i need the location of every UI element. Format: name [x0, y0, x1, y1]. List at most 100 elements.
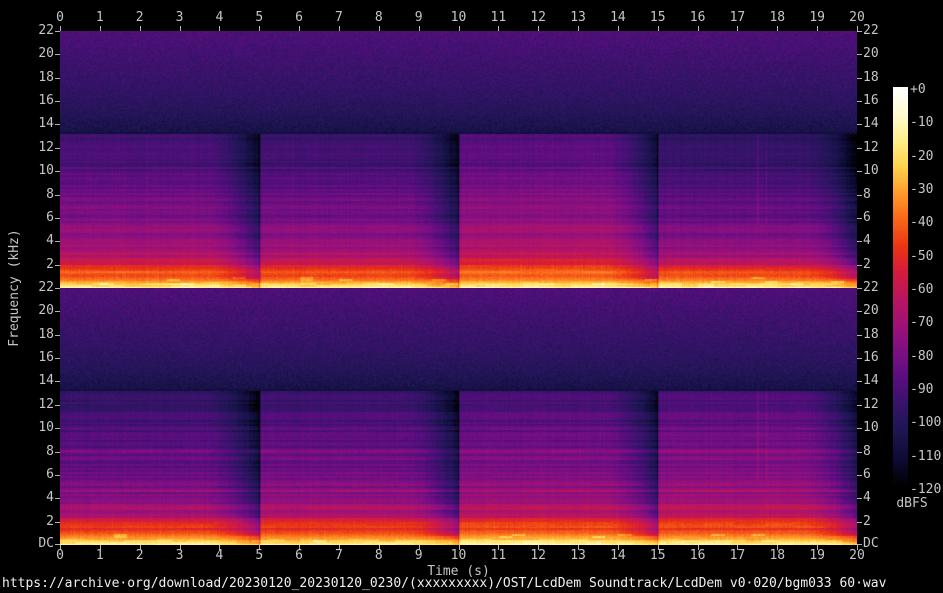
- freq-tick-label-right: 16: [863, 351, 905, 365]
- time-tick-label-top: 3: [160, 11, 200, 25]
- freq-tick-left: [55, 265, 60, 266]
- time-tick-label-bottom: 15: [638, 549, 678, 563]
- colorbar-tick-label: -110: [910, 450, 943, 464]
- freq-tick-label-left: 16: [12, 94, 54, 108]
- time-tick-label-top: 13: [558, 11, 598, 25]
- freq-tick-left: [55, 405, 60, 406]
- freq-tick-right: [857, 452, 862, 453]
- time-tick-top: [538, 26, 539, 31]
- freq-tick-label-left: 10: [12, 164, 54, 178]
- freq-tick-left: [55, 241, 60, 242]
- freq-tick-right: [857, 54, 862, 55]
- freq-tick-right: [857, 218, 862, 219]
- freq-tick-label-right: 14: [863, 374, 905, 388]
- colorbar-tick-label: -40: [910, 216, 943, 230]
- freq-tick-left: [55, 195, 60, 196]
- freq-tick-label-left: 8: [12, 188, 54, 202]
- freq-dc-label-right: DC: [863, 537, 905, 551]
- freq-tick-label-left: 8: [12, 445, 54, 459]
- spectrogram-screenshot: Frequency (kHz) Time (s) dBFS https://ar…: [0, 0, 943, 593]
- freq-dc-label-left: DC: [12, 537, 54, 551]
- colorbar-tick-label: -70: [910, 316, 943, 330]
- freq-tick-label-left: 16: [12, 351, 54, 365]
- freq-tick-right: [857, 311, 862, 312]
- time-tick-label-bottom: 16: [678, 549, 718, 563]
- freq-tick-label-right: 8: [863, 188, 905, 202]
- colorbar-tick-label: -100: [910, 416, 943, 430]
- freq-tick-right: [857, 124, 862, 125]
- time-tick-top: [219, 26, 220, 31]
- freq-tick-right: [857, 522, 862, 523]
- freq-tick-label-left: 2: [12, 258, 54, 272]
- time-tick-top: [379, 26, 380, 31]
- freq-tick-label-left: 18: [12, 328, 54, 342]
- time-tick-top: [339, 26, 340, 31]
- colorbar-tick-label: +0: [910, 83, 943, 97]
- freq-tick-label-left: 4: [12, 491, 54, 505]
- freq-tick-label-left: 10: [12, 421, 54, 435]
- time-tick-label-bottom: 9: [399, 549, 439, 563]
- freq-tick-label-left: 14: [12, 374, 54, 388]
- time-tick-label-top: 5: [239, 11, 279, 25]
- freq-tick-label-right: 4: [863, 491, 905, 505]
- freq-dc-tick-right: [857, 544, 862, 545]
- time-tick-top: [658, 26, 659, 31]
- time-tick-label-bottom: 13: [558, 549, 598, 563]
- freq-tick-left: [55, 428, 60, 429]
- time-tick-label-top: 6: [279, 11, 319, 25]
- time-tick-top: [777, 26, 778, 31]
- freq-tick-label-left: 2: [12, 515, 54, 529]
- time-tick-top: [299, 26, 300, 31]
- time-tick-label-top: 2: [120, 11, 160, 25]
- time-tick-label-bottom: 11: [478, 549, 518, 563]
- freq-tick-label-left: 20: [12, 47, 54, 61]
- freq-tick-left: [55, 54, 60, 55]
- spectrogram-channel-right: [60, 288, 857, 545]
- colorbar-tick-label: -50: [910, 250, 943, 264]
- freq-tick-right: [857, 498, 862, 499]
- freq-tick-right: [857, 78, 862, 79]
- freq-tick-left: [55, 148, 60, 149]
- time-tick-label-top: 7: [319, 11, 359, 25]
- freq-tick-left: [55, 31, 60, 32]
- time-tick-label-bottom: 2: [120, 549, 160, 563]
- freq-tick-label-right: 16: [863, 94, 905, 108]
- time-tick-top: [578, 26, 579, 31]
- freq-tick-right: [857, 195, 862, 196]
- freq-tick-label-left: 4: [12, 234, 54, 248]
- colorbar-tick-label: -10: [910, 116, 943, 130]
- time-tick-label-top: 15: [638, 11, 678, 25]
- freq-tick-label-right: 12: [863, 141, 905, 155]
- time-tick-top: [817, 26, 818, 31]
- time-tick-top: [180, 26, 181, 31]
- time-tick-label-top: 18: [757, 11, 797, 25]
- freq-tick-label-right: 10: [863, 421, 905, 435]
- freq-tick-label-right: 10: [863, 164, 905, 178]
- time-tick-label-bottom: 18: [757, 549, 797, 563]
- freq-tick-label-left: 6: [12, 211, 54, 225]
- freq-tick-right: [857, 381, 862, 382]
- freq-tick-right: [857, 101, 862, 102]
- time-tick-top: [459, 26, 460, 31]
- freq-tick-left: [55, 218, 60, 219]
- freq-tick-label-right: 20: [863, 47, 905, 61]
- time-tick-top: [618, 26, 619, 31]
- time-tick-label-top: 8: [359, 11, 399, 25]
- freq-tick-label-right: 2: [863, 258, 905, 272]
- freq-tick-label-right: 8: [863, 445, 905, 459]
- time-tick-label-top: 9: [399, 11, 439, 25]
- time-tick-top: [737, 26, 738, 31]
- freq-tick-label-right: 18: [863, 71, 905, 85]
- freq-tick-right: [857, 171, 862, 172]
- freq-tick-label-right: 6: [863, 211, 905, 225]
- freq-tick-label-left: 22: [12, 24, 54, 38]
- colorbar-tick-label: -90: [910, 383, 943, 397]
- freq-tick-left: [55, 101, 60, 102]
- freq-tick-label-left: 12: [12, 398, 54, 412]
- time-tick-label-bottom: 17: [717, 549, 757, 563]
- time-tick-top: [419, 26, 420, 31]
- time-tick-top: [60, 26, 61, 31]
- time-tick-label-top: 11: [478, 11, 518, 25]
- freq-tick-right: [857, 358, 862, 359]
- freq-tick-label-left: 6: [12, 468, 54, 482]
